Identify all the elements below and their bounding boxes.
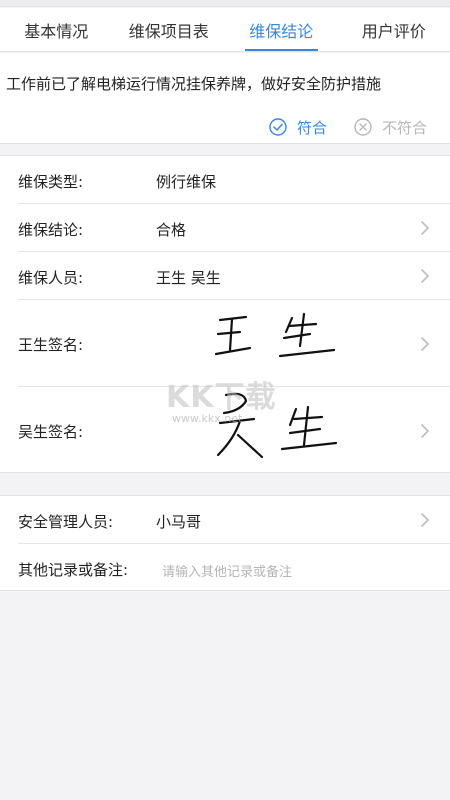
chevron-right-icon — [421, 221, 429, 235]
chevron-right-icon — [421, 424, 429, 438]
status-strip — [0, 0, 450, 7]
notes-label: 其他记录或备注: — [18, 561, 129, 579]
nonconform-label: 不符合 — [382, 118, 428, 137]
signature-wu-image — [216, 392, 338, 459]
maintenance-type-value: 例行维保 — [156, 173, 217, 191]
maintenance-conclusion-label: 维保结论: — [18, 221, 84, 239]
tab-maintenance-conclusion[interactable]: 维保结论 — [225, 8, 338, 51]
nonconform-option[interactable]: 不符合 — [354, 116, 427, 138]
row-maintenance-conclusion[interactable]: 维保结论: 合格 — [0, 204, 450, 252]
signature-wang-image — [214, 312, 336, 358]
maintenance-staff-value: 王生 吴生 — [156, 269, 221, 287]
tab-bar: 基本情况 维保项目表 维保结论 用户评价 — [0, 8, 450, 52]
chevron-right-icon — [421, 337, 429, 351]
row-maintenance-type: 维保类型: 例行维保 — [0, 156, 450, 204]
row-signature-wu[interactable]: 吴生签名: — [0, 387, 450, 474]
requirement-text: 工作前已了解电梯运行情况挂保养牌，做好安全防护措施 — [6, 75, 382, 93]
safety-manager-value: 小马哥 — [156, 513, 202, 531]
signature-wang-label: 王生签名: — [18, 336, 84, 354]
tab-maintenance-items[interactable]: 维保项目表 — [113, 8, 226, 51]
signature-wu-label: 吴生签名: — [18, 423, 84, 441]
x-circle-icon — [354, 118, 372, 136]
safety-manager-label: 安全管理人员: — [18, 513, 114, 531]
chevron-right-icon — [421, 513, 429, 527]
maintenance-details-card: 维保类型: 例行维保 维保结论: 合格 维保人员: 王生 吴生 王生签名: 吴生… — [0, 155, 450, 473]
row-safety-manager[interactable]: 安全管理人员: 小马哥 — [0, 496, 450, 544]
tab-user-review[interactable]: 用户评价 — [338, 8, 450, 51]
maintenance-type-label: 维保类型: — [18, 173, 84, 191]
maintenance-staff-label: 维保人员: — [18, 269, 84, 287]
row-maintenance-staff[interactable]: 维保人员: 王生 吴生 — [0, 252, 450, 300]
tab-basic-info[interactable]: 基本情况 — [0, 8, 113, 51]
row-notes[interactable]: 其他记录或备注: 请输入其他记录或备注 — [0, 544, 450, 592]
notes-input[interactable]: 请输入其他记录或备注 — [162, 561, 292, 580]
check-circle-icon — [269, 118, 287, 136]
chevron-right-icon — [421, 269, 429, 283]
row-signature-wang[interactable]: 王生签名: — [0, 300, 450, 387]
extra-info-card: 安全管理人员: 小马哥 其他记录或备注: 请输入其他记录或备注 — [0, 495, 450, 591]
maintenance-conclusion-value: 合格 — [156, 221, 187, 239]
conform-option[interactable]: 符合 — [269, 116, 327, 138]
conform-label: 符合 — [297, 118, 328, 137]
